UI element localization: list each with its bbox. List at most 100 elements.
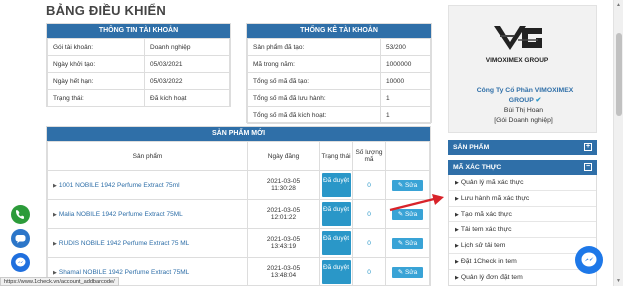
browser-status-url: https://www.1check.vn/account_addbarcode… (0, 277, 119, 286)
product-qty: 0 (352, 257, 386, 285)
product-name-link[interactable]: ▶ RUDIS NOBILE 1942 Perfume Extract 75 ML (47, 228, 248, 258)
status-badge[interactable]: Đã duyệt (321, 231, 351, 255)
stat-label: Sản phẩm đã tạo: (247, 38, 381, 56)
scroll-up-icon[interactable]: ▲ (616, 2, 621, 8)
company-card: VIMOXIMEX GROUP Công Ty Cổ Phần VIMOXIME… (448, 5, 597, 133)
stat-value: 10000 (380, 72, 431, 90)
verified-check-icon: ✔ (535, 97, 542, 104)
caret-right-icon: ▶ (455, 180, 459, 186)
account-stats-heading: THỐNG KÊ TÀI KHOẢN (247, 24, 431, 38)
product-qty: 0 (352, 199, 386, 229)
caret-right-icon: ▶ (455, 211, 459, 218)
table-row: Ngày khởi tạo: 05/03/2021 (47, 55, 230, 73)
caret-right-icon: ▶ (455, 274, 459, 281)
info-value: Doanh nghiệp (144, 38, 230, 56)
status-badge[interactable]: Đã duyệt (321, 173, 351, 197)
sidebar-section-products[interactable]: SẢN PHẨM + (448, 140, 597, 155)
account-stats-panel: THỐNG KÊ TÀI KHOẢN Sản phẩm đã tạo: 53/20… (246, 23, 432, 124)
table-row: ▶ 1001 NOBILE 1942 Perfume Extract 75ml 2… (47, 170, 430, 200)
product-action: ✎ Sửa (385, 228, 430, 258)
column-header-product: Sản phẩm (47, 141, 248, 171)
zalo-chat-icon[interactable] (11, 229, 30, 248)
stat-value: 53/200 (380, 38, 431, 56)
caret-right-icon: ▶ (455, 243, 459, 250)
pencil-icon: ✎ (397, 268, 404, 276)
product-date: 2021-03-05 13:43:19 (247, 228, 320, 258)
sidebar-item-download-stamps[interactable]: ▶ Tải tem xác thực (449, 222, 596, 239)
page-title: BẢNG ĐIỀU KHIỂN (46, 3, 167, 18)
edit-button[interactable]: ✎ Sửa (391, 179, 424, 191)
scroll-down-icon[interactable]: ▼ (616, 278, 621, 284)
account-info-heading: THÔNG TIN TÀI KHOẢN (47, 24, 230, 38)
table-row: Ngày hết hạn: 05/03/2022 (47, 72, 230, 90)
annotation-arrow-icon (389, 194, 444, 212)
new-products-heading: SẢN PHẨM MỚI (47, 127, 430, 141)
product-status: Đã duyệt (319, 257, 353, 285)
new-products-panel: SẢN PHẨM MỚI Sản phẩm Ngày đăng Trạng th… (46, 126, 431, 286)
company-logo: VIMOXIMEX GROUP (486, 26, 549, 64)
column-header-action (385, 141, 430, 171)
info-label: Trạng thái: (47, 89, 145, 107)
product-name-link[interactable]: ▶ Malia NOBILE 1942 Perfume Extract 75ML (47, 199, 248, 229)
sidebar-section-codes[interactable]: MÃ XÁC THỰC − (448, 160, 597, 175)
sidebar-item-create-codes[interactable]: ▶ Tạo mã xác thực (449, 207, 596, 223)
product-status: Đã duyệt (319, 170, 353, 200)
edit-button[interactable]: ✎ Sửa (391, 237, 424, 249)
sidebar-item-manage-codes[interactable]: ▶ Quản lý mã xác thực (449, 175, 596, 191)
scrollbar-thumb[interactable] (616, 33, 622, 116)
info-value: 05/03/2021 (144, 55, 230, 73)
table-row: Trạng thái: Đã kích hoạt (47, 89, 230, 107)
sidebar-item-circulate-codes[interactable]: ▶ Lưu hành mã xác thực (449, 191, 596, 207)
table-row: Sản phẩm đã tạo: 53/200 (247, 38, 431, 56)
caret-right-icon: ▶ (53, 240, 57, 247)
vertical-scrollbar[interactable]: ▲ ▼ (613, 0, 623, 286)
table-row: ▶ RUDIS NOBILE 1942 Perfume Extract 75 ML… (47, 228, 430, 258)
table-row: Mã trong năm: 1000000 (247, 55, 431, 73)
info-label: Ngày khởi tạo: (47, 55, 145, 73)
caret-right-icon: ▶ (455, 258, 459, 265)
stat-value: 1 (380, 106, 431, 124)
stat-label: Tổng số mã đã kích hoạt: (247, 106, 381, 124)
sidebar-item-download-history[interactable]: ▶ Lịch sử tải tem (449, 238, 596, 254)
messenger-icon[interactable] (11, 253, 30, 272)
info-label: Ngày hết hạn: (47, 72, 145, 90)
product-name-link[interactable]: ▶ 1001 NOBILE 1942 Perfume Extract 75ml (47, 170, 248, 200)
sidebar-item-order-print[interactable]: ▶ Đặt 1Check in tem (449, 254, 596, 270)
pencil-icon: ✎ (397, 239, 404, 247)
svg-text:VIMOXIMEX GROUP: VIMOXIMEX GROUP (486, 57, 549, 64)
stat-value: 1000000 (380, 55, 431, 73)
pencil-icon: ✎ (397, 181, 404, 189)
product-status: Đã duyệt (319, 228, 353, 258)
account-info-panel: THÔNG TIN TÀI KHOẢN Gói tài khoản: Doanh … (46, 23, 231, 107)
stat-label: Tổng số mã đã lưu hành: (247, 89, 381, 107)
caret-right-icon: ▶ (53, 211, 57, 218)
edit-button[interactable]: ✎ Sửa (391, 266, 424, 278)
status-badge[interactable]: Đã duyệt (321, 260, 351, 284)
plus-icon[interactable]: + (584, 143, 592, 151)
company-name: Công Ty Cổ Phần VIMOXIMEX GROUP ✔ (476, 87, 574, 104)
caret-right-icon: ▶ (455, 227, 459, 234)
messenger-fab-icon[interactable] (575, 246, 603, 274)
caret-right-icon: ▶ (53, 269, 57, 276)
sidebar-item-manage-orders[interactable]: ▶ Quản lý đơn đặt tem (449, 270, 596, 285)
stat-value: 1 (380, 89, 431, 107)
phone-icon[interactable] (11, 205, 30, 224)
product-date: 2021-03-05 12:01:22 (247, 199, 320, 229)
table-row: Tổng số mã đã kích hoạt: 1 (247, 106, 431, 124)
product-date: 2021-03-05 11:30:28 (247, 170, 320, 200)
table-row: ▶ Malia NOBILE 1942 Perfume Extract 75ML … (47, 199, 430, 229)
table-header-row: Sản phẩm Ngày đăng Trạng thái Số lượng m… (47, 141, 430, 171)
minus-icon[interactable]: − (584, 163, 592, 171)
product-qty: 0 (352, 170, 386, 200)
product-status: Đã duyệt (319, 199, 353, 229)
table-row: Tổng số mã đã tạo: 10000 (247, 72, 431, 90)
info-label: Gói tài khoản: (47, 38, 145, 56)
status-badge[interactable]: Đã duyệt (321, 202, 351, 226)
info-value: Đã kích hoạt (144, 89, 230, 107)
info-value: 05/03/2022 (144, 72, 230, 90)
stat-label: Mã trong năm: (247, 55, 381, 73)
column-header-date: Ngày đăng (247, 141, 320, 171)
column-header-status: Trạng thái (319, 141, 353, 171)
caret-right-icon: ▶ (53, 182, 57, 189)
column-header-quantity: Số lượng mã (352, 141, 386, 171)
